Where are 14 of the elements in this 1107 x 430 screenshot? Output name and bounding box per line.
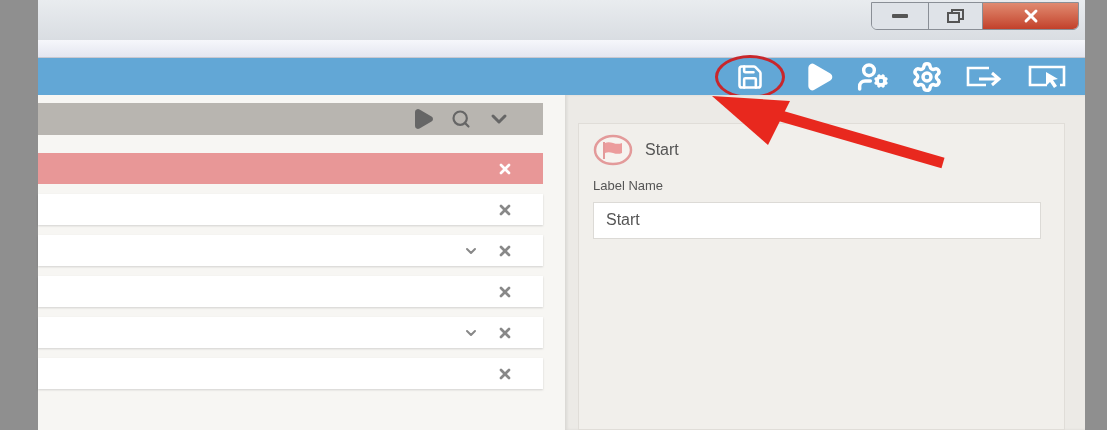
settings-icon xyxy=(911,60,943,93)
restore-button[interactable] xyxy=(929,3,983,29)
minimize-icon xyxy=(892,14,908,18)
minimize-button[interactable] xyxy=(872,3,929,29)
node-title: Start xyxy=(645,140,679,160)
restore-icon xyxy=(945,8,966,24)
field-label: Label Name xyxy=(593,177,665,195)
label-name-field[interactable]: Start xyxy=(593,201,1041,239)
search-button[interactable] xyxy=(451,109,471,129)
search-icon xyxy=(451,109,471,129)
user-gear-icon xyxy=(857,60,889,93)
save-icon xyxy=(736,62,764,91)
close-button[interactable] xyxy=(983,3,1078,29)
flag-icon xyxy=(593,134,633,166)
